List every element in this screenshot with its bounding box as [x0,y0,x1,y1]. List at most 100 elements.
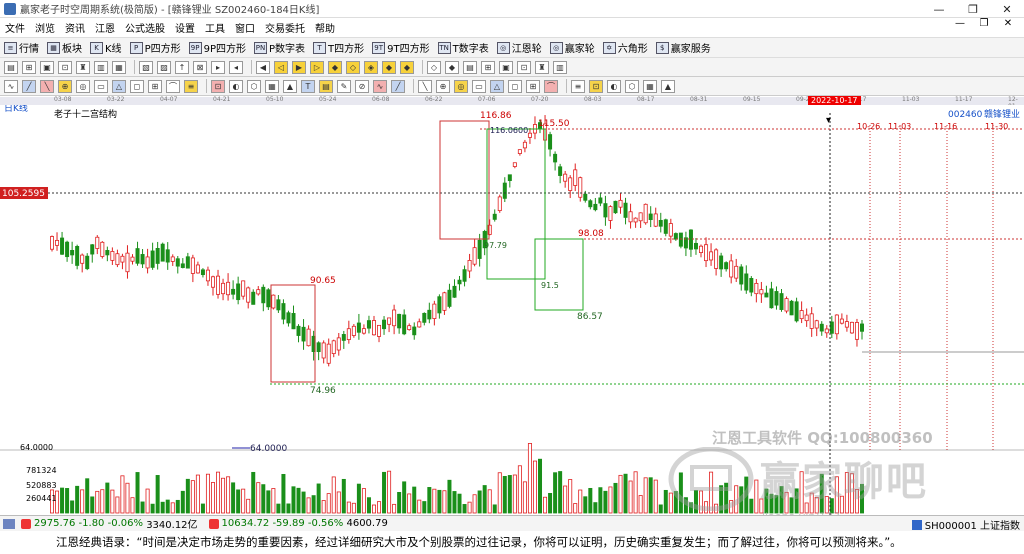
tool-icon-9[interactable]: ↑ [175,60,189,74]
tool-icon-1[interactable]: ⊞ [22,60,36,74]
tool-icon-12[interactable]: ◂ [229,60,243,74]
menu-tools[interactable]: 工具 [200,20,230,35]
analysis-tool-icon-8[interactable]: ⊞ [148,79,162,93]
menu-settings[interactable]: 设置 [170,20,200,35]
mdi-restore-button[interactable]: ❐ [972,18,996,29]
analysis-tool-icon-23[interactable]: ⊕ [436,79,450,93]
sh-index-quote[interactable]: 2975.76 -1.80 -0.06% 3340.12亿 [18,516,198,531]
tool-icon-21[interactable]: ◆ [400,60,414,74]
toolbar-button-6[interactable]: T T四方形 [309,40,368,55]
analysis-tool-icon-14[interactable]: ▦ [265,79,279,93]
menu-file[interactable]: 文件 [0,20,30,35]
toolbar-button-0[interactable]: ≡ 行情 [0,40,43,55]
tool-icon-25[interactable]: ⊞ [481,60,495,74]
analysis-tool-icon-1[interactable]: ╱ [22,79,36,93]
tool-icon-23[interactable]: ◆ [445,60,459,74]
analysis-tool-icon-19[interactable]: ⊘ [355,79,369,93]
analysis-tool-icon-32[interactable]: ◐ [607,79,621,93]
analysis-tool-icon-2[interactable]: ╲ [40,79,54,93]
tool-icon-18[interactable]: ◇ [346,60,360,74]
analysis-tool-icon-21[interactable]: ╱ [391,79,405,93]
sz-index-quote[interactable]: 10634.72 -59.89 -0.56% 4600.79 [206,518,388,529]
toolbar-button-10[interactable]: ◎ 赢家轮 [546,40,599,55]
minimize-button[interactable]: — [922,0,956,18]
restore-button[interactable]: ❐ [956,0,990,18]
analysis-tool-icon-18[interactable]: ✎ [337,79,351,93]
analysis-tool-icon-33[interactable]: ⬡ [625,79,639,93]
analysis-tool-icon-17[interactable]: ▤ [319,79,333,93]
tool-icon-14[interactable]: ◁ [274,60,288,74]
toolbar-button-2[interactable]: K K线 [86,40,126,55]
analysis-tool-icon-12[interactable]: ◐ [229,79,243,93]
tool-icon-10[interactable]: ⊠ [193,60,207,74]
analysis-tool-icon-10[interactable]: ≡ [184,79,198,93]
watermark-contact: 江恩工具软件 QQ:100800360 [712,429,933,447]
toolbar-button-5[interactable]: PN P数字表 [250,40,309,55]
analysis-tool-icon-22[interactable]: ╲ [418,79,432,93]
analysis-tool-icon-15[interactable]: ▲ [283,79,297,93]
menu-trade[interactable]: 交易委托 [260,20,310,35]
tool-icon-17[interactable]: ◆ [328,60,342,74]
analysis-tool-icon-26[interactable]: △ [490,79,504,93]
analysis-tool-icon-13[interactable]: ⬡ [247,79,261,93]
analysis-tool-icon-27[interactable]: ◻ [508,79,522,93]
analysis-tool-icon-34[interactable]: ▦ [643,79,657,93]
analysis-tool-icon-28[interactable]: ⊞ [526,79,540,93]
mdi-minimize-button[interactable]: — [948,18,972,29]
tool-icon-24[interactable]: ▤ [463,60,477,74]
tool-icon-28[interactable]: ♜ [535,60,549,74]
tool-icon-19[interactable]: ◈ [364,60,378,74]
tool-icon-16[interactable]: ▷ [310,60,324,74]
sh-change: -1.80 [78,518,105,529]
tool-icon-0[interactable]: ▤ [4,60,18,74]
analysis-tool-icon-7[interactable]: ◻ [130,79,144,93]
toolbar-button-1[interactable]: ▦ 板块 [43,40,86,55]
menu-news[interactable]: 资讯 [60,20,90,35]
menu-formula-pick[interactable]: 公式选股 [120,20,170,35]
toolbar-button-12[interactable]: $ 赢家服务 [652,40,715,55]
tool-icon-26[interactable]: ▣ [499,60,513,74]
tool-icon-22[interactable]: ◇ [427,60,441,74]
tool-icon-13[interactable]: ◀ [256,60,270,74]
toolbar-button-7[interactable]: 9T 9T四方形 [368,40,433,55]
analysis-tool-icon-20[interactable]: ∿ [373,79,387,93]
tool-icon-27[interactable]: ⊡ [517,60,531,74]
toolbar-button-3[interactable]: P P四方形 [126,40,185,55]
tool-icon-6[interactable]: ▦ [112,60,126,74]
toolbar-button-9[interactable]: ◎ 江恩轮 [493,40,546,55]
toolbar-button-4[interactable]: 9P 9P四方形 [185,40,250,55]
toolbar-button-11[interactable]: ✡ 六角形 [599,40,652,55]
analysis-tool-icon-5[interactable]: ▭ [94,79,108,93]
toolbar-button-8[interactable]: TN T数字表 [434,40,493,55]
tool-icon-2[interactable]: ▣ [40,60,54,74]
close-button[interactable]: ✕ [990,0,1024,18]
analysis-tool-icon-0[interactable]: ∿ [4,79,18,93]
tool-icon-15[interactable]: ▶ [292,60,306,74]
tool-icon-5[interactable]: ▥ [94,60,108,74]
tool-icon-29[interactable]: ▥ [553,60,567,74]
analysis-tool-icon-4[interactable]: ◎ [76,79,90,93]
analysis-tool-icon-25[interactable]: ▭ [472,79,486,93]
tool-icon-3[interactable]: ⊡ [58,60,72,74]
tool-icon-4[interactable]: ♜ [76,60,90,74]
tool-icon-20[interactable]: ◆ [382,60,396,74]
analysis-tool-icon-6[interactable]: △ [112,79,126,93]
menu-gann[interactable]: 江恩 [90,20,120,35]
menu-browse[interactable]: 浏览 [30,20,60,35]
analysis-tool-icon-30[interactable]: ≡ [571,79,585,93]
analysis-tool-icon-3[interactable]: ⊕ [58,79,72,93]
tool-icon-11[interactable]: ▸ [211,60,225,74]
analysis-tool-icon-9[interactable]: ⌒ [166,79,180,93]
menu-window[interactable]: 窗口 [230,20,260,35]
tool-icon-8[interactable]: ▨ [157,60,171,74]
analysis-tool-icon-29[interactable]: ⌒ [544,79,558,93]
menu-help[interactable]: 帮助 [310,20,340,35]
analysis-tool-icon-35[interactable]: ▲ [661,79,675,93]
analysis-tool-icon-24[interactable]: ◎ [454,79,468,93]
ticker-area[interactable]: SH000001 上证指数 [911,517,1020,532]
analysis-tool-icon-16[interactable]: T [301,79,315,93]
analysis-tool-icon-31[interactable]: ⊡ [589,79,603,93]
tool-icon-7[interactable]: ▧ [139,60,153,74]
analysis-tool-icon-11[interactable]: ⊡ [211,79,225,93]
mdi-close-button[interactable]: ✕ [996,18,1020,29]
